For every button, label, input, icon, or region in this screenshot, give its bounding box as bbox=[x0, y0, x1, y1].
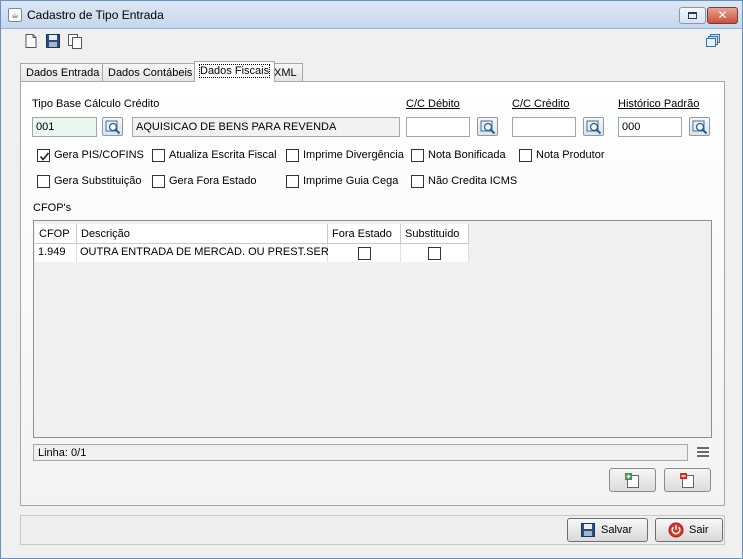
table-cell-descricao[interactable]: OUTRA ENTRADA DE MERCAD. OU PREST.SERV. bbox=[77, 244, 338, 262]
table-cell-cfop[interactable]: 1.949 bbox=[35, 244, 77, 262]
substituido-checkbox[interactable] bbox=[428, 247, 441, 260]
save-disk-icon bbox=[581, 523, 595, 537]
magnifier-icon bbox=[692, 120, 708, 135]
tipo-base-label: Tipo Base Cálculo Crédito bbox=[32, 98, 160, 110]
table-cell-substituido[interactable] bbox=[401, 244, 469, 262]
remove-document-icon bbox=[680, 473, 694, 488]
power-icon bbox=[668, 522, 684, 538]
column-header-fora-estado[interactable]: Fora Estado bbox=[328, 224, 401, 244]
gera-substituicao-checkbox[interactable] bbox=[37, 175, 50, 188]
magnifier-icon bbox=[586, 120, 602, 135]
cc-debito-input[interactable] bbox=[406, 117, 470, 137]
restore-icon bbox=[688, 12, 697, 19]
magnifier-icon bbox=[105, 120, 121, 135]
table-cell-fora-estado[interactable] bbox=[328, 244, 401, 262]
tipo-base-description: AQUISICAO DE BENS PARA REVENDA bbox=[132, 117, 400, 137]
title-bar: ☕ Cadastro de Tipo Entrada ✕ bbox=[1, 1, 742, 29]
tipo-base-lookup-button[interactable] bbox=[102, 117, 123, 136]
nota-bonificada-checkbox[interactable] bbox=[411, 149, 424, 162]
new-document-icon[interactable] bbox=[23, 33, 39, 49]
historico-padrao-input[interactable]: 000 bbox=[618, 117, 682, 137]
add-row-button[interactable] bbox=[609, 468, 656, 492]
nao-credita-icms-checkbox[interactable] bbox=[411, 175, 424, 188]
checkmark-icon bbox=[39, 152, 50, 161]
java-app-icon: ☕ bbox=[8, 8, 22, 22]
imprime-divergencia-label: Imprime Divergência bbox=[303, 149, 404, 161]
imprime-divergencia-checkbox[interactable] bbox=[286, 149, 299, 162]
nota-bonificada-label: Nota Bonificada bbox=[428, 149, 506, 161]
column-header-substituido[interactable]: Substituido bbox=[401, 224, 469, 244]
tab-dados-fiscais[interactable]: Dados Fiscais bbox=[194, 61, 276, 82]
cc-credito-label: C/C Crédito bbox=[512, 98, 570, 110]
cfops-table[interactable]: CFOP Descrição Fora Estado Substituido 1… bbox=[33, 220, 712, 438]
stacked-windows-icon[interactable] bbox=[705, 33, 721, 49]
exit-button[interactable]: Sair bbox=[655, 518, 723, 542]
remove-row-button[interactable] bbox=[664, 468, 711, 492]
imprime-guia-cega-checkbox[interactable] bbox=[286, 175, 299, 188]
gera-fora-estado-label: Gera Fora Estado bbox=[169, 175, 257, 187]
save-disk-icon[interactable] bbox=[45, 33, 61, 49]
imprime-guia-cega-label: Imprime Guia Cega bbox=[303, 175, 399, 187]
column-header-cfop[interactable]: CFOP bbox=[35, 224, 77, 244]
copy-icon[interactable] bbox=[67, 33, 83, 49]
gera-fora-estado-checkbox[interactable] bbox=[152, 175, 165, 188]
gera-pis-cofins-label: Gera PIS/COFINS bbox=[54, 149, 144, 161]
gera-substituicao-label: Gera Substituição bbox=[54, 175, 142, 187]
historico-lookup-button[interactable] bbox=[689, 117, 710, 136]
fiscal-panel: Tipo Base Cálculo Crédito C/C Débito C/C… bbox=[20, 81, 725, 506]
gera-pis-cofins-checkbox[interactable] bbox=[37, 149, 50, 162]
column-header-descricao[interactable]: Descrição bbox=[77, 224, 328, 244]
nota-produtor-checkbox[interactable] bbox=[519, 149, 532, 162]
magnifier-icon bbox=[480, 120, 496, 135]
close-icon: ✕ bbox=[717, 8, 728, 22]
cc-credito-lookup-button[interactable] bbox=[583, 117, 604, 136]
window-title: Cadastro de Tipo Entrada bbox=[27, 8, 164, 22]
cc-credito-input[interactable] bbox=[512, 117, 576, 137]
cc-debito-label: C/C Débito bbox=[406, 98, 460, 110]
exit-button-label: Sair bbox=[689, 524, 709, 536]
row-status: Linha: 0/1 bbox=[33, 444, 688, 461]
cc-debito-lookup-button[interactable] bbox=[477, 117, 498, 136]
fora-estado-checkbox[interactable] bbox=[358, 247, 371, 260]
tab-dados-entrada[interactable]: Dados Entrada bbox=[20, 63, 106, 82]
save-button-label: Salvar bbox=[601, 524, 633, 536]
close-button[interactable]: ✕ bbox=[707, 7, 738, 24]
nota-produtor-label: Nota Produtor bbox=[536, 149, 605, 161]
restore-button[interactable] bbox=[679, 7, 706, 24]
menu-lines-icon[interactable] bbox=[697, 447, 709, 459]
atualiza-escrita-fiscal-label: Atualiza Escrita Fiscal bbox=[169, 149, 277, 161]
tab-dados-contabeis[interactable]: Dados Contábeis bbox=[102, 63, 199, 82]
window: ☕ Cadastro de Tipo Entrada ✕ Dados Entra… bbox=[0, 0, 743, 559]
tipo-base-code-input[interactable]: 001 bbox=[32, 117, 97, 137]
cfops-label: CFOP's bbox=[33, 202, 72, 214]
historico-padrao-label: Histórico Padrão bbox=[618, 98, 700, 110]
nao-credita-icms-label: Não Credita ICMS bbox=[428, 175, 518, 187]
atualiza-escrita-fiscal-checkbox[interactable] bbox=[152, 149, 165, 162]
save-button[interactable]: Salvar bbox=[567, 518, 648, 542]
add-document-icon bbox=[625, 473, 639, 488]
